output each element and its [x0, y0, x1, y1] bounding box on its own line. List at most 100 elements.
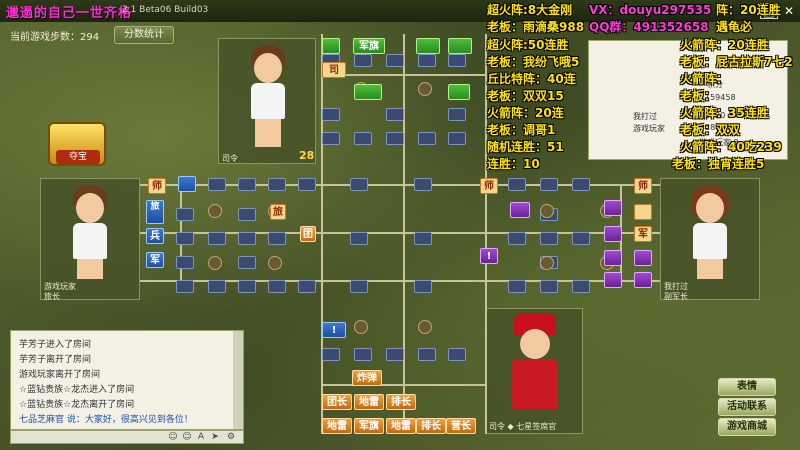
board-cell[interactable] — [350, 232, 368, 245]
piece-right[interactable] — [510, 202, 530, 218]
board-cell[interactable] — [354, 348, 372, 361]
piece-right[interactable] — [604, 250, 622, 266]
board-cell[interactable] — [386, 132, 404, 145]
piece-right[interactable] — [634, 250, 652, 266]
board-cell[interactable] — [418, 348, 436, 361]
board-cell[interactable] — [268, 280, 286, 293]
board-cell[interactable] — [322, 348, 340, 361]
camp-circle[interactable] — [268, 256, 282, 270]
camp-circle[interactable] — [354, 320, 368, 334]
board-cell[interactable] — [508, 178, 526, 191]
piece-left-division[interactable]: 师 — [148, 178, 166, 194]
piece-top[interactable] — [322, 38, 340, 54]
piece-left[interactable] — [178, 176, 196, 192]
piece-bottom-regiment[interactable]: 团长 — [322, 394, 352, 410]
board-cell[interactable] — [238, 232, 256, 245]
camp-circle[interactable] — [540, 256, 554, 270]
board-cell[interactable] — [354, 54, 372, 67]
board-cell[interactable] — [448, 54, 466, 67]
piece-right[interactable] — [604, 200, 622, 216]
piece-top[interactable] — [354, 84, 382, 100]
board-cell[interactable] — [540, 280, 558, 293]
board-cell[interactable] — [572, 178, 590, 191]
board-cell[interactable] — [298, 280, 316, 293]
expression-button[interactable]: 表情 — [718, 378, 776, 396]
board-cell[interactable] — [414, 178, 432, 191]
board-cell[interactable] — [350, 280, 368, 293]
piece-center-brigade[interactable]: 旅 — [270, 204, 286, 220]
board-cell[interactable] — [268, 232, 286, 245]
camp-circle[interactable] — [208, 256, 222, 270]
settings-icon[interactable]: ⚙ — [225, 432, 237, 443]
chat-scrollbar[interactable] — [233, 331, 243, 429]
board-cell[interactable] — [448, 348, 466, 361]
piece-top-flag[interactable]: 军旗 — [353, 38, 385, 54]
board-cell[interactable] — [176, 208, 194, 221]
board-cell[interactable] — [350, 178, 368, 191]
board-cell[interactable] — [238, 256, 256, 269]
piece-right[interactable] — [604, 226, 622, 242]
camp-circle[interactable] — [540, 204, 554, 218]
camp-circle[interactable] — [418, 82, 432, 96]
board-cell[interactable] — [268, 178, 286, 191]
piece-bottom-exclaim[interactable]: ! — [322, 322, 346, 338]
camp-circle[interactable] — [418, 320, 432, 334]
emoji-icon[interactable]: ☺ — [167, 432, 179, 443]
piece-bottom-battalion[interactable]: 营长 — [446, 418, 476, 434]
board-cell[interactable] — [540, 232, 558, 245]
piece-bottom-mine[interactable]: 地雷 — [386, 418, 416, 434]
font-icon[interactable]: A — [195, 432, 207, 443]
piece-right-corps[interactable]: 军 — [634, 226, 652, 242]
piece-right-division[interactable]: 师 — [480, 178, 498, 194]
piece-top-commander[interactable]: 司 — [322, 62, 346, 78]
board-cell[interactable] — [418, 54, 436, 67]
piece-right[interactable] — [634, 204, 652, 220]
board-cell[interactable] — [176, 232, 194, 245]
board-cell[interactable] — [354, 132, 372, 145]
board-cell[interactable] — [572, 280, 590, 293]
board-cell[interactable] — [238, 178, 256, 191]
board-cell[interactable] — [238, 208, 256, 221]
board-cell[interactable] — [448, 132, 466, 145]
piece-right[interactable] — [604, 272, 622, 288]
piece-cursor-regiment[interactable]: 团 — [300, 226, 316, 242]
piece-right[interactable] — [634, 272, 652, 288]
piece-top[interactable] — [448, 38, 472, 54]
list-name[interactable]: 我打过 — [633, 111, 657, 122]
piece-bottom-platoon[interactable]: 排长 — [386, 394, 416, 410]
piece-bottom-platoon[interactable]: 排长 — [416, 418, 446, 434]
emoji-icon[interactable]: ☺ — [181, 432, 193, 443]
piece-bottom-mine[interactable]: 地雷 — [322, 418, 352, 434]
board-cell[interactable] — [418, 132, 436, 145]
board-cell[interactable] — [508, 280, 526, 293]
board-cell[interactable] — [298, 178, 316, 191]
board-cell[interactable] — [238, 280, 256, 293]
piece-left-soldier[interactable]: 兵 — [146, 228, 164, 244]
piece-bottom-flag[interactable]: 军旗 — [354, 418, 384, 434]
board-cell[interactable] — [208, 232, 226, 245]
board-cell[interactable] — [386, 348, 404, 361]
piece-left-corps[interactable]: 军 — [146, 252, 164, 268]
board-cell[interactable] — [322, 132, 340, 145]
mall-button[interactable]: 游戏商城 — [718, 418, 776, 436]
board-cell[interactable] — [508, 232, 526, 245]
camp-circle[interactable] — [208, 204, 222, 218]
board-cell[interactable] — [322, 108, 340, 121]
board-cell[interactable] — [414, 280, 432, 293]
close-icon[interactable]: ✕ — [780, 3, 798, 19]
piece-right-division-2[interactable]: 师 — [634, 178, 652, 194]
piece-bottom-bomb[interactable]: 炸弹 — [352, 370, 382, 386]
piece-top[interactable] — [416, 38, 440, 54]
activity-button[interactable]: 活动联系 — [718, 398, 776, 416]
list-name[interactable]: 游戏玩家 — [633, 123, 665, 134]
piece-top[interactable] — [448, 84, 470, 100]
piece-bottom-mine[interactable]: 地雷 — [354, 394, 384, 410]
board-cell[interactable] — [414, 232, 432, 245]
board-cell[interactable] — [208, 280, 226, 293]
board-cell[interactable] — [208, 178, 226, 191]
send-icon[interactable]: ➤ — [209, 432, 221, 443]
board-cell[interactable] — [176, 256, 194, 269]
piece-left-brigade[interactable]: 旅 — [146, 200, 164, 224]
board-cell[interactable] — [448, 108, 466, 121]
board-cell[interactable] — [540, 178, 558, 191]
